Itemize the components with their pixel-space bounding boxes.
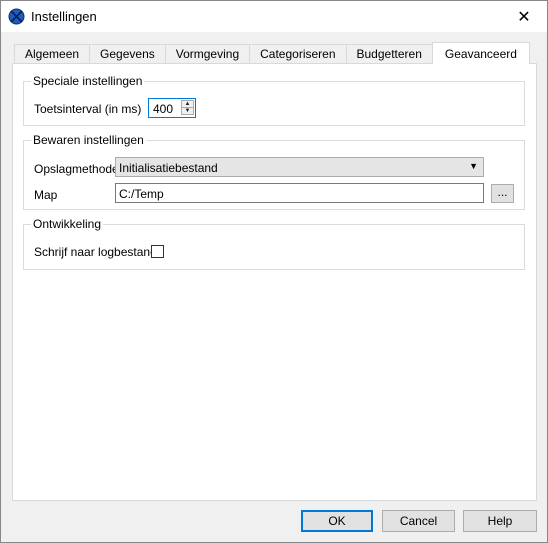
tab-panel-geavanceerd: Speciale instellingen Toetsinterval (in … — [12, 63, 537, 501]
tab-gegevens[interactable]: Gegevens — [89, 44, 166, 64]
tab-budgetteren[interactable]: Budgetteren — [345, 44, 433, 64]
app-icon — [8, 8, 25, 25]
interval-spinner[interactable]: 400 ▲ ▼ — [148, 98, 196, 118]
interval-label: Toetsinterval (in ms) — [34, 102, 142, 116]
log-checkbox[interactable] — [151, 245, 164, 258]
special-settings-group: Speciale instellingen Toetsinterval (in … — [23, 74, 525, 126]
tab-label: Geavanceerd — [444, 47, 517, 61]
settings-dialog: Instellingen ✕ Algemeen Gegevens Vormgev… — [0, 0, 548, 543]
cancel-button[interactable]: Cancel — [382, 510, 455, 532]
tab-label: Vormgeving — [175, 47, 240, 61]
tab-label: Categoriseren — [260, 47, 336, 61]
tab-geavanceerd[interactable]: Geavanceerd — [431, 42, 530, 64]
development-group: Ontwikkeling Schrijf naar logbestand — [23, 217, 525, 270]
chevron-down-icon: ▼ — [469, 161, 478, 171]
method-select[interactable]: Initialisatiebestand ▼ — [115, 157, 484, 177]
map-label: Map — [34, 188, 58, 202]
close-button[interactable]: ✕ — [501, 1, 547, 32]
close-icon: ✕ — [517, 8, 531, 26]
window-title: Instellingen — [31, 9, 97, 24]
tab-label: Budgetteren — [356, 47, 422, 61]
browse-button[interactable]: ... — [491, 184, 514, 203]
development-title: Ontwikkeling — [31, 217, 104, 231]
title-bar: Instellingen ✕ — [1, 1, 547, 32]
log-label: Schrijf naar logbestand — [34, 245, 157, 259]
tab-categoriseren[interactable]: Categoriseren — [249, 44, 347, 64]
tab-strip: Algemeen Gegevens Vormgeving Categoriser… — [14, 42, 530, 64]
map-field[interactable]: C:/Temp — [115, 183, 484, 203]
tab-algemeen[interactable]: Algemeen — [14, 44, 91, 64]
method-value: Initialisatiebestand — [119, 161, 218, 175]
spin-down-icon[interactable]: ▼ — [181, 107, 194, 115]
method-label: Opslagmethode — [34, 162, 119, 176]
help-button[interactable]: Help — [463, 510, 537, 532]
ok-button[interactable]: OK — [301, 510, 373, 532]
spinner-arrows: ▲ ▼ — [181, 100, 194, 116]
special-settings-title: Speciale instellingen — [31, 74, 145, 88]
save-settings-group: Bewaren instellingen Opslagmethode Initi… — [23, 133, 525, 210]
tab-vormgeving[interactable]: Vormgeving — [164, 44, 251, 64]
save-settings-title: Bewaren instellingen — [31, 133, 146, 147]
tab-label: Algemeen — [25, 47, 80, 61]
interval-value: 400 — [153, 102, 174, 116]
map-value: C:/Temp — [119, 187, 164, 201]
tab-label: Gegevens — [100, 47, 155, 61]
